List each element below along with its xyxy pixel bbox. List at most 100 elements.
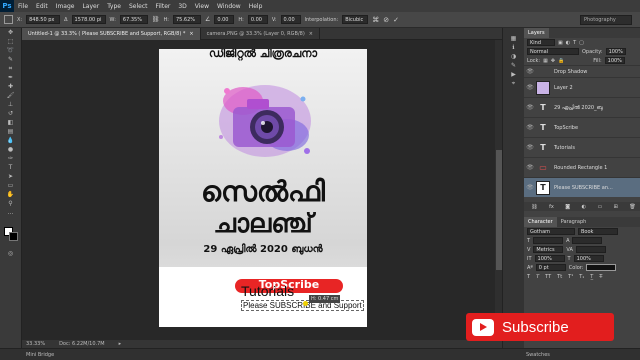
tracking-field[interactable] xyxy=(575,246,606,253)
canvas-area[interactable]: ഡിജിറ്റൽ ചിത്രരചനാ സെൽഫി ചാലഞ്ച് 29 ഏപ്ര… xyxy=(22,40,503,340)
lock-pixels-icon[interactable]: ▦ xyxy=(543,58,548,64)
link-layers-icon[interactable]: ⛓ xyxy=(531,204,537,210)
adjustments-panel-icon[interactable]: ◑ xyxy=(506,52,522,61)
all-caps-icon[interactable]: TT xyxy=(545,274,551,280)
menu-file[interactable]: File xyxy=(14,3,32,10)
tab-character[interactable]: Character xyxy=(524,217,557,227)
font-family-select[interactable]: Gotham xyxy=(527,228,575,235)
swatches-tab[interactable]: Swatches xyxy=(526,352,550,358)
text-color-swatch[interactable] xyxy=(586,264,617,271)
hskew-field[interactable]: 0.00 xyxy=(247,15,268,24)
eyedropper-tool-icon[interactable]: ✒ xyxy=(3,73,19,82)
kerning-select[interactable]: Metrics xyxy=(533,246,564,253)
tab-camera[interactable]: camera.PNG @ 33.3% (Layer 0, RGB/8) × xyxy=(201,28,320,40)
kind-filter-select[interactable]: Kind xyxy=(527,39,555,46)
zoom-level[interactable]: 33.33% xyxy=(26,341,45,347)
lasso-tool-icon[interactable]: ➰ xyxy=(3,46,19,55)
underline-icon[interactable]: T̲ xyxy=(590,274,593,280)
small-caps-icon[interactable]: Tt xyxy=(557,274,562,280)
healing-tool-icon[interactable]: ✚ xyxy=(3,82,19,91)
opacity-field[interactable]: 100% xyxy=(605,48,626,55)
tab-layers[interactable]: Layers xyxy=(524,28,549,38)
menu-select[interactable]: Select xyxy=(125,3,152,10)
strikethrough-icon[interactable]: T̶ xyxy=(599,274,602,280)
delete-layer-icon[interactable]: 🗑 xyxy=(629,204,635,210)
stamp-tool-icon[interactable]: ⊥ xyxy=(3,100,19,109)
width-field[interactable]: 67.35% xyxy=(119,15,148,24)
menu-view[interactable]: View xyxy=(191,3,213,10)
menu-window[interactable]: Window xyxy=(213,3,245,10)
path-select-tool-icon[interactable]: ➤ xyxy=(3,172,19,181)
fill-field[interactable]: 100% xyxy=(604,57,625,64)
history-panel-icon[interactable]: ▦ xyxy=(506,34,522,43)
close-icon[interactable]: × xyxy=(189,31,193,37)
horizontal-scale-field[interactable]: 100% xyxy=(573,255,604,262)
warp-icon[interactable]: ⌘ xyxy=(372,16,379,24)
tab-paragraph[interactable]: Paragraph xyxy=(557,217,591,227)
tab-untitled-1[interactable]: Untitled-1 @ 33.3% ( Please SUBSCRIBE an… xyxy=(22,28,201,40)
visibility-eye-icon[interactable]: 👁 xyxy=(524,184,536,191)
visibility-eye-icon[interactable]: 👁 xyxy=(524,104,536,111)
lock-all-icon[interactable]: 🔒 xyxy=(558,58,564,64)
eraser-tool-icon[interactable]: ◧ xyxy=(3,118,19,127)
filter-shape-icon[interactable]: ▢ xyxy=(579,40,584,46)
menu-edit[interactable]: Edit xyxy=(32,3,52,10)
menu-help[interactable]: Help xyxy=(245,3,267,10)
font-style-select[interactable]: Book xyxy=(578,228,618,235)
font-size-field[interactable] xyxy=(533,237,564,244)
layer-item[interactable]: 👁 T 29 ഏപ്രിൽ 2020_ബു xyxy=(524,97,640,117)
y-field[interactable]: 1578.00 pi xyxy=(71,15,106,24)
new-layer-icon[interactable]: ⊞ xyxy=(614,204,618,210)
visibility-eye-icon[interactable]: 👁 xyxy=(524,144,536,151)
commit-transform-icon[interactable]: ✓ xyxy=(393,16,399,24)
document-canvas[interactable]: ഡിജിറ്റൽ ചിത്രരചനാ സെൽഫി ചാലഞ്ച് 29 ഏപ്ര… xyxy=(159,49,367,327)
properties-panel-icon[interactable]: ℹ xyxy=(506,43,522,52)
background-color[interactable] xyxy=(9,232,18,241)
layer-item[interactable]: 👁 Layer 2 xyxy=(524,77,640,97)
menu-3d[interactable]: 3D xyxy=(174,3,190,10)
height-field[interactable]: 75.62% xyxy=(172,15,201,24)
angle-field[interactable]: 0.00 xyxy=(214,15,235,24)
fx-icon[interactable]: fx xyxy=(549,204,554,210)
zoom-tool-icon[interactable]: ⚲ xyxy=(3,199,19,208)
menu-filter[interactable]: Filter xyxy=(152,3,175,10)
x-field[interactable]: 848.50 px xyxy=(26,15,61,24)
menu-layer[interactable]: Layer xyxy=(78,3,103,10)
blur-tool-icon[interactable]: 💧 xyxy=(3,136,19,145)
interpolation-select[interactable]: Bicubic xyxy=(342,15,369,24)
pen-tool-icon[interactable]: ✑ xyxy=(3,154,19,163)
workspace-select[interactable]: Photography xyxy=(580,15,632,25)
layer-item[interactable]: 👁 T TopScribe xyxy=(524,117,640,137)
subscript-icon[interactable]: T₁ xyxy=(579,274,584,280)
link-icon[interactable]: ⛓ xyxy=(152,16,160,23)
filter-type-icon[interactable]: T xyxy=(573,40,576,46)
faux-italic-icon[interactable]: 𝘛 xyxy=(536,274,539,280)
faux-bold-icon[interactable]: T xyxy=(527,274,530,280)
close-icon[interactable]: × xyxy=(309,31,313,37)
visibility-eye-icon[interactable]: 👁 xyxy=(524,124,536,131)
brush-tool-icon[interactable]: 🖌 xyxy=(3,91,19,100)
navigator-panel-icon[interactable]: ⌖ xyxy=(506,79,522,88)
baseline-field[interactable]: 0 pt xyxy=(535,264,566,271)
menu-image[interactable]: Image xyxy=(52,3,79,10)
visibility-eye-icon[interactable]: 👁 xyxy=(524,84,536,91)
quick-mask-icon[interactable]: ◎ xyxy=(3,249,19,258)
visibility-eye-icon[interactable]: 👁 xyxy=(524,164,536,171)
filter-pixel-icon[interactable]: ▣ xyxy=(558,40,563,46)
history-brush-tool-icon[interactable]: ↺ xyxy=(3,109,19,118)
status-arrow-icon[interactable]: ▸ xyxy=(119,341,122,347)
vskew-field[interactable]: 0.00 xyxy=(280,15,301,24)
mask-icon[interactable]: ◙ xyxy=(565,204,570,210)
type-tool-icon[interactable]: T xyxy=(3,163,19,172)
color-swatches[interactable] xyxy=(0,227,21,249)
cancel-transform-icon[interactable]: ⊘ xyxy=(383,16,389,24)
mini-bridge-tab[interactable]: Mini Bridge xyxy=(26,352,54,358)
layer-item[interactable]: 👁 Drop Shadow xyxy=(524,65,640,77)
quick-select-tool-icon[interactable]: ✎ xyxy=(3,55,19,64)
marquee-tool-icon[interactable]: ⬚ xyxy=(3,37,19,46)
vertical-scale-field[interactable]: 100% xyxy=(534,255,565,262)
menu-type[interactable]: Type xyxy=(103,3,125,10)
actions-panel-icon[interactable]: ▶ xyxy=(506,70,522,79)
blend-mode-select[interactable]: Normal xyxy=(527,48,579,55)
group-icon[interactable]: ▭ xyxy=(597,204,602,210)
